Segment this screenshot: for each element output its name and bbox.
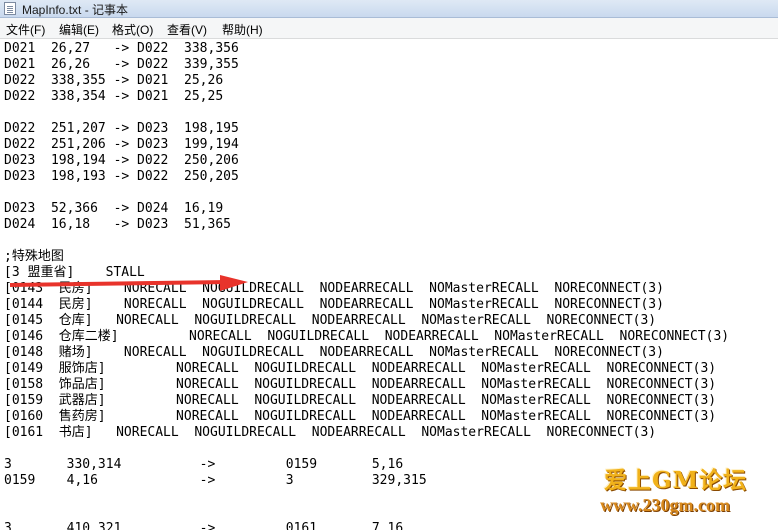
text-line: D022 251,206 -> D023 199,194 [4,137,239,152]
text-line: [0146 仓库二楼] NORECALL NOGUILDRECALL NODEA… [4,329,730,344]
text-line: [0144 民房] NORECALL NOGUILDRECALL NODEARR… [4,297,664,312]
title-bar: MapInfo.txt - 记事本 [0,0,778,18]
text-line: 3 330,314 -> 0159 5,16 [4,457,404,472]
menu-bar: 文件(F) 编辑(E) 格式(O) 查看(V) 帮助(H) [0,18,778,39]
menu-file[interactable]: 文件(F) [6,21,45,38]
menu-format[interactable]: 格式(O) [112,21,153,38]
text-line: [0148 赌场] NORECALL NOGUILDRECALL NODEARR… [4,345,664,360]
text-line: ;特殊地图 [4,249,64,264]
text-line: [0160 售药房] NORECALL NOGUILDRECALL NODEAR… [4,409,717,424]
text-line: D023 198,194 -> D022 250,206 [4,153,239,168]
text-line: [0149 服饰店] NORECALL NOGUILDRECALL NODEAR… [4,361,717,376]
site-watermark: 爱上GM论坛 www.230gm.com [598,457,773,519]
text-line: 3 410,321 -> 0161 7,16 [4,521,404,530]
notepad-icon [4,2,16,15]
text-line: D021 26,27 -> D022 338,356 [4,41,239,56]
text-line: D024 16,18 -> D023 51,365 [4,217,231,232]
text-line: [0161 书店] NORECALL NOGUILDRECALL NODEARR… [4,425,657,440]
watermark-title: 爱上GM论坛 [604,467,748,494]
watermark-url: www.230gm.com [600,495,730,515]
text-line: [0145 仓库] NORECALL NOGUILDRECALL NODEARR… [4,313,657,328]
text-line: D022 338,354 -> D021 25,25 [4,89,224,104]
text-line: [0158 饰品店] NORECALL NOGUILDRECALL NODEAR… [4,377,717,392]
text-line: 0159 4,16 -> 3 329,315 [4,473,427,488]
window-title: MapInfo.txt - 记事本 [22,3,129,17]
menu-view[interactable]: 查看(V) [167,21,207,38]
menu-help[interactable]: 帮助(H) [222,21,263,38]
text-line: D022 251,207 -> D023 198,195 [4,121,239,136]
text-line: D023 52,366 -> D024 16,19 [4,201,224,216]
red-arrow-annotation [10,275,248,291]
text-line: D021 26,26 -> D022 339,355 [4,57,239,72]
menu-edit[interactable]: 编辑(E) [59,21,99,38]
text-line: D023 198,193 -> D022 250,205 [4,169,239,184]
text-line: D022 338,355 -> D021 25,26 [4,73,224,88]
text-line: [0159 武器店] NORECALL NOGUILDRECALL NODEAR… [4,393,717,408]
